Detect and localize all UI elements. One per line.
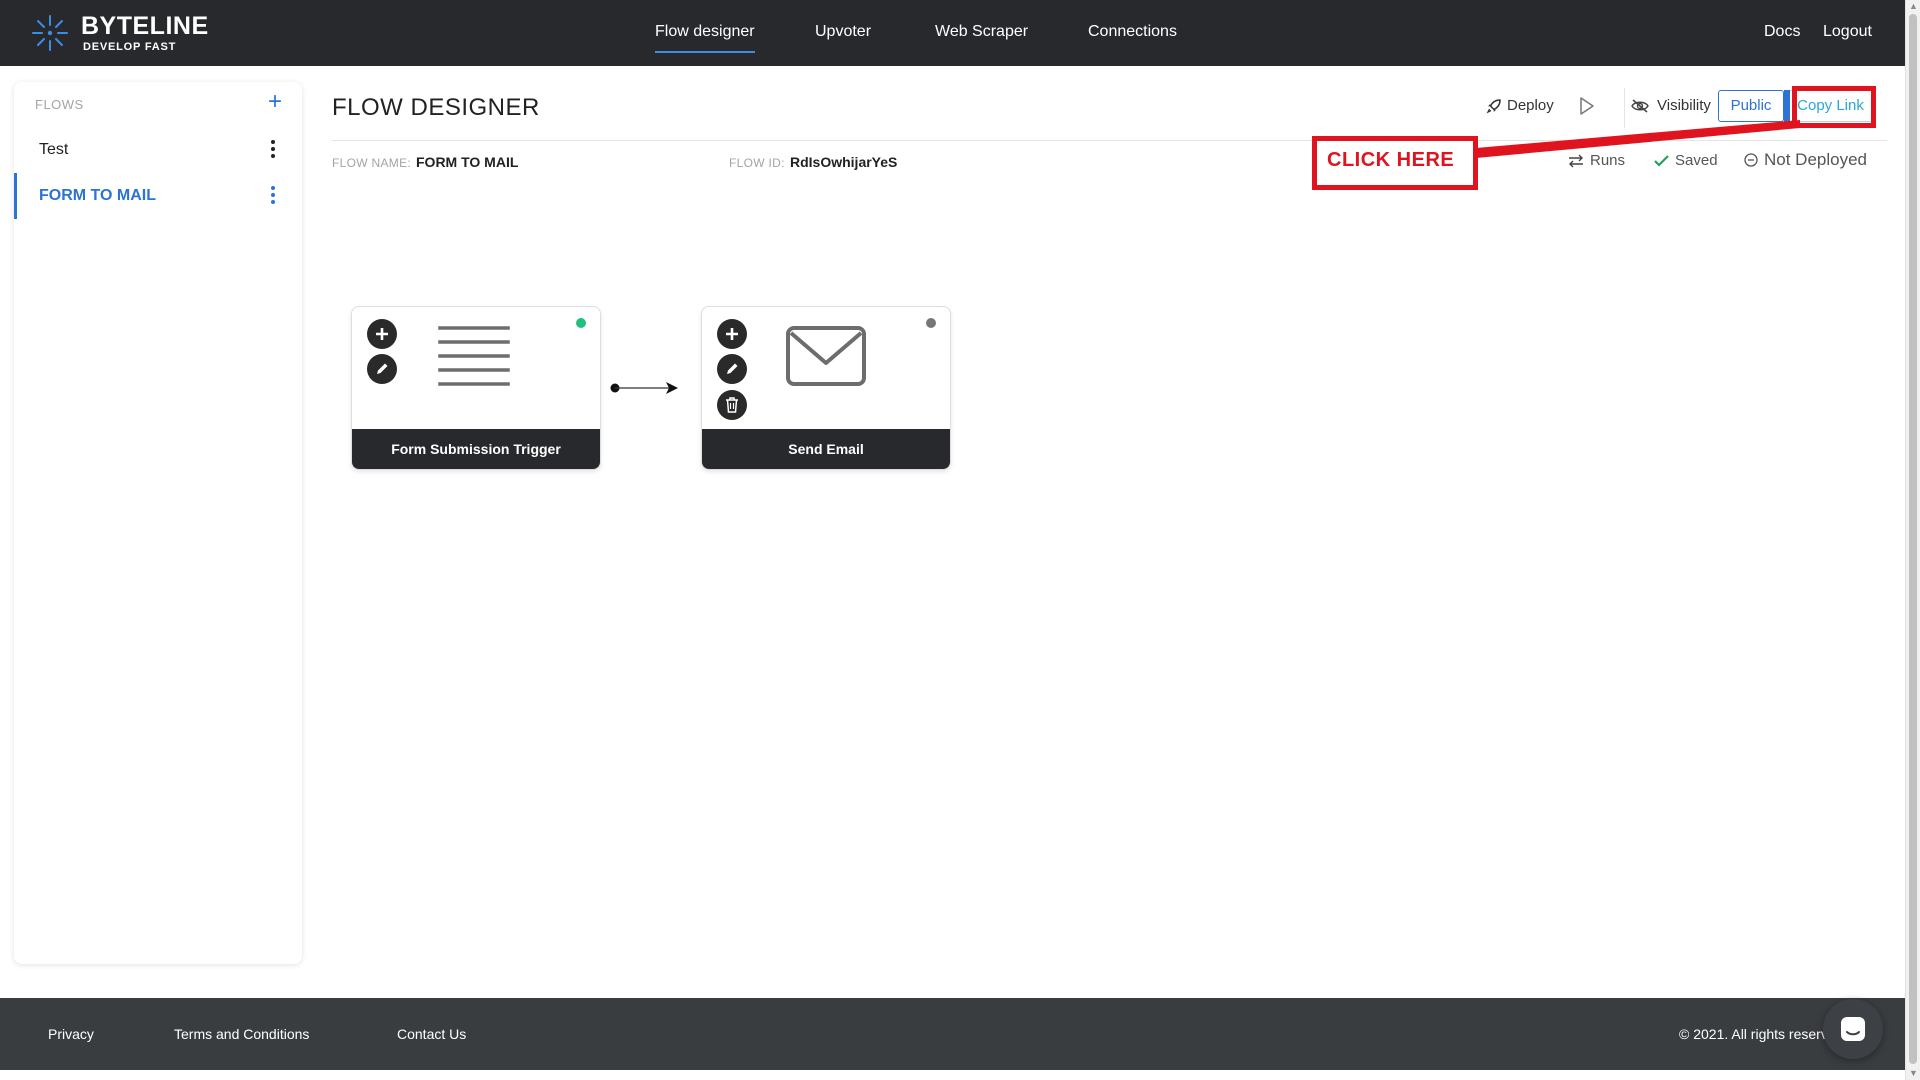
deploy-status: Not Deployed <box>1744 150 1867 170</box>
scrollbar-thumb[interactable] <box>1909 14 1917 1064</box>
sidebar-item-form-to-mail[interactable]: FORM TO MAIL <box>14 173 302 219</box>
public-toggle-button[interactable]: Public <box>1718 90 1784 122</box>
pencil-icon <box>377 363 388 374</box>
nav-docs[interactable]: Docs <box>1764 23 1800 41</box>
sidebar-item-label: FORM TO MAIL <box>39 187 157 204</box>
flows-sidebar: FLOWS + Test FORM TO MAIL <box>14 82 302 964</box>
sidebar-item-test[interactable]: Test <box>14 127 302 173</box>
flows-heading: FLOWS <box>35 97 84 112</box>
flow-id-value: RdIsOwhijarYeS <box>790 154 898 170</box>
status-dot-inactive <box>926 318 936 328</box>
nav-connections[interactable]: Connections <box>1088 23 1177 41</box>
visibility-label: Visibility <box>1631 97 1711 114</box>
flow-node-send-email[interactable]: Send Email <box>701 306 951 470</box>
eye-off-icon <box>1631 98 1649 113</box>
add-flow-button[interactable]: + <box>268 88 282 116</box>
more-vertical-icon[interactable] <box>268 181 278 209</box>
flow-node-form-trigger[interactable]: Form Submission Trigger <box>351 306 601 470</box>
nav-upvoter[interactable]: Upvoter <box>815 23 871 41</box>
swap-arrows-icon <box>1569 154 1583 167</box>
sidebar-item-label: Test <box>39 141 69 158</box>
pencil-icon <box>727 363 738 374</box>
chat-launcher-button[interactable] <box>1823 999 1883 1059</box>
node-title: Send Email <box>702 429 950 469</box>
brand-title: BYTELINE <box>81 12 209 40</box>
status-dot-active <box>576 318 586 328</box>
flow-id-label: FLOW ID: <box>729 156 785 170</box>
more-vertical-icon[interactable] <box>268 135 278 163</box>
footer-privacy-link[interactable]: Privacy <box>48 1026 94 1042</box>
deploy-status-label: Not Deployed <box>1764 150 1868 169</box>
flow-name-value: FORM TO MAIL <box>416 154 519 170</box>
minus-circle-icon <box>1744 153 1758 167</box>
byteline-logo[interactable]: BYTELINE DEVELOP FAST <box>30 10 208 56</box>
logo-icon <box>32 15 68 51</box>
footer-copyright: © 2021. All rights reserved. <box>1679 1026 1826 1042</box>
deploy-button[interactable]: Deploy <box>1486 97 1554 114</box>
header-divider <box>1624 88 1625 128</box>
bottom-strip <box>0 1070 1905 1080</box>
footer-terms-link[interactable]: Terms and Conditions <box>174 1026 309 1042</box>
header-divider-line <box>332 140 1887 141</box>
brand-subtitle: DEVELOP FAST <box>83 41 177 53</box>
footer-contact-link[interactable]: Contact Us <box>397 1026 466 1042</box>
trash-icon <box>726 397 738 413</box>
rocket-icon <box>1486 98 1501 113</box>
form-lines-icon <box>438 326 510 386</box>
nav-web-scraper[interactable]: Web Scraper <box>935 23 1028 41</box>
flow-connector-arrow <box>610 382 678 394</box>
delete-step-button[interactable] <box>717 390 747 420</box>
visibility-text: Visibility <box>1657 97 1711 114</box>
click-here-annotation: CLICK HERE <box>1312 136 1478 190</box>
page-title: FLOW DESIGNER <box>332 94 540 121</box>
runs-label: Runs <box>1590 152 1626 169</box>
top-navigation: BYTELINE DEVELOP FAST Flow designer Upvo… <box>0 0 1905 66</box>
click-here-text: CLICK HERE <box>1327 149 1455 171</box>
plus-icon <box>376 328 388 340</box>
vertical-scrollbar[interactable]: ▲ ▼ <box>1905 0 1920 1080</box>
nav-flow-designer[interactable]: Flow designer <box>655 23 755 53</box>
add-step-button[interactable] <box>367 319 397 349</box>
plus-icon <box>726 328 738 340</box>
scroll-down-icon[interactable]: ▼ <box>1909 1068 1918 1078</box>
page-footer: Privacy Terms and Conditions Contact Us … <box>0 998 1905 1070</box>
saved-label: Saved <box>1675 152 1718 169</box>
nav-logout[interactable]: Logout <box>1823 23 1872 41</box>
deploy-label: Deploy <box>1507 97 1554 114</box>
edit-step-button[interactable] <box>367 354 397 384</box>
add-step-button[interactable] <box>717 319 747 349</box>
copy-link-highlight <box>1792 86 1876 128</box>
scroll-up-icon[interactable]: ▲ <box>1909 1 1918 11</box>
check-icon <box>1654 155 1669 167</box>
flow-name-label: FLOW NAME: <box>332 156 412 170</box>
envelope-icon <box>786 326 866 386</box>
run-play-icon[interactable] <box>1578 96 1596 116</box>
edit-step-button[interactable] <box>717 354 747 384</box>
chat-icon <box>1841 1017 1865 1041</box>
runs-button[interactable]: Runs <box>1568 152 1625 169</box>
node-title: Form Submission Trigger <box>352 429 600 469</box>
saved-status: Saved <box>1654 152 1718 169</box>
